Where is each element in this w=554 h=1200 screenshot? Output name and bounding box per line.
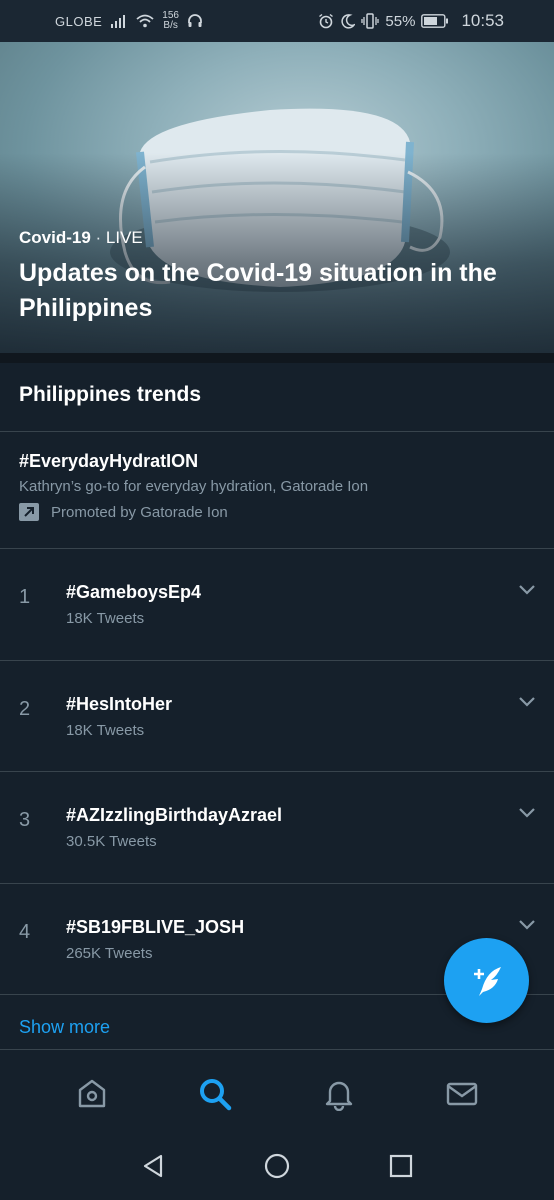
trend-rank: 1 [19,586,31,608]
compose-feather-icon [473,966,501,996]
chevron-down-icon[interactable] [517,805,537,819]
divider [0,353,554,363]
trend-tweet-count: 18K Tweets [66,610,145,627]
vibrate-icon [361,13,380,29]
home-circle-icon [264,1153,290,1179]
battery-icon [421,14,449,28]
meta-separator: · [90,228,106,247]
signal-icon [111,15,126,28]
trend-name: #AZIzzlingBirthdayAzrael [66,805,283,825]
trend-name: #HesIntoHer [66,694,173,714]
event-title: Updates on the Covid-19 situation in the… [19,259,497,322]
trend-tweet-count: 265K Tweets [66,945,153,962]
live-label: LIVE [105,228,143,247]
bottom-tab-bar [0,1055,554,1132]
divider [0,1049,554,1050]
promoted-by-label: Promoted by Gatorade Ion [51,503,228,521]
recents-square-icon [389,1154,413,1178]
nav-home-button[interactable] [255,1144,299,1188]
trend-item[interactable]: 1 #GameboysEp4 18K Tweets [0,549,554,660]
trend-item[interactable]: 3 #AZIzzlingBirthdayAzrael 30.5K Tweets [0,772,554,883]
event-meta: Covid-19 · LIVE [19,228,143,248]
trend-rank: 4 [19,921,31,943]
wifi-icon [136,14,154,28]
trend-name: #SB19FBLIVE_JOSH [66,917,245,937]
nav-back-button[interactable] [131,1144,175,1188]
back-triangle-icon [143,1154,163,1178]
trend-name: #GameboysEp4 [66,582,202,602]
network-speed: 156 B/s [162,10,179,31]
tab-messages[interactable] [432,1064,492,1124]
promoted-icon [19,503,39,521]
nav-recents-button[interactable] [379,1144,423,1188]
section-title: Philippines trends [19,383,202,406]
bell-icon [325,1081,352,1111]
alarm-icon [319,13,334,29]
moon-icon [341,13,356,29]
tab-search[interactable] [185,1064,245,1124]
promoted-description: Kathryn’s go-to for everyday hydration, … [19,478,369,495]
promoted-hashtag: #EverydayHydratION [19,451,199,471]
event-topic: Covid-19 [19,228,91,247]
chevron-down-icon[interactable] [517,917,537,931]
clock: 10:53 [461,11,504,30]
trend-rank: 3 [19,809,31,831]
chevron-down-icon[interactable] [517,694,537,708]
divider [0,431,554,432]
trend-tweet-count: 30.5K Tweets [66,833,157,850]
status-bar: GLOBE 156 B/s 55% 10:53 [0,0,554,42]
mail-icon [447,1082,478,1105]
carrier-label: GLOBE [55,13,103,29]
live-event-card[interactable]: Covid-19 · LIVE Updates on the Covid-19 … [0,42,554,353]
headset-icon [188,14,202,27]
home-icon [78,1079,105,1107]
trend-tweet-count: 18K Tweets [66,722,145,739]
promoted-by: Promoted by Gatorade Ion [19,503,539,521]
trend-rank: 2 [19,698,31,720]
search-icon [200,1078,232,1110]
compose-tweet-button[interactable] [444,938,529,1023]
chevron-down-icon[interactable] [517,582,537,596]
system-nav-bar [0,1132,554,1200]
trend-item[interactable]: 2 #HesIntoHer 18K Tweets [0,661,554,772]
tab-notifications[interactable] [309,1064,369,1124]
promoted-trend[interactable]: #EverydayHydratION Kathryn’s go-to for e… [19,451,539,521]
battery-percent: 55% [385,12,416,30]
show-more-link[interactable]: Show more [19,1017,110,1038]
tab-home[interactable] [62,1064,122,1124]
